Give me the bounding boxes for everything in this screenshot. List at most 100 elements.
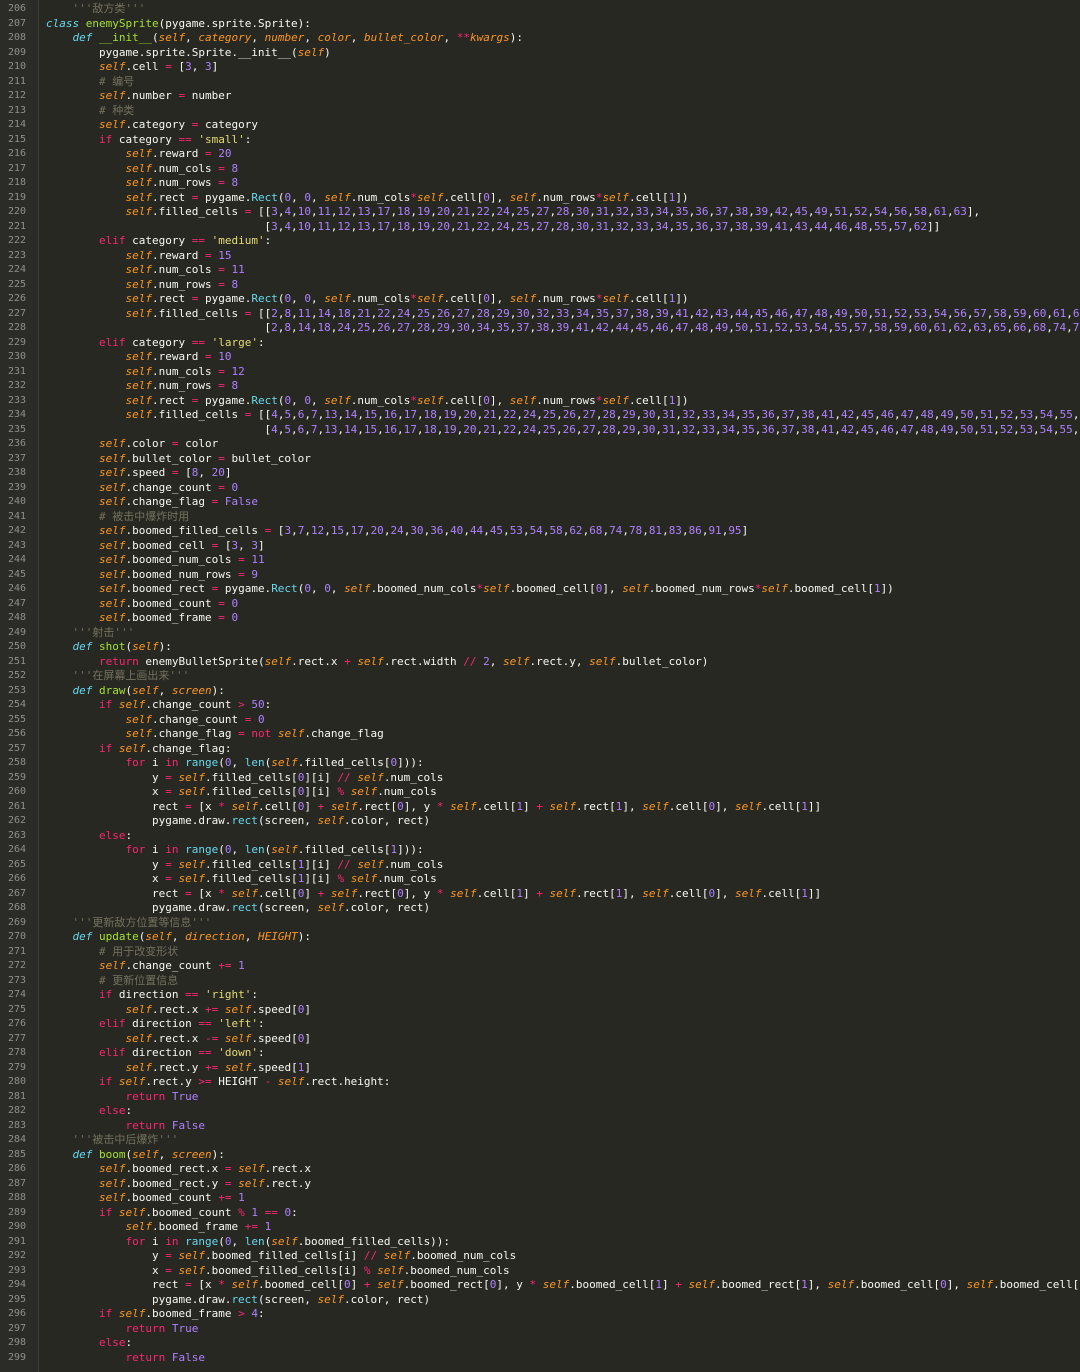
code-line: 270 def update(self, direction, HEIGHT): (0, 930, 1080, 945)
line-number: 273 (7, 974, 26, 986)
line-number: 278 (7, 1047, 26, 1058)
code-line-text: y = self.boomed_filled_cells[i] // self.… (46, 1249, 517, 1262)
line-number: 224 (7, 264, 26, 275)
code-line-text: for i in range(0, len(self.filled_cells[… (125, 843, 424, 856)
code-line: 226 self.rect = pygame.Rect(0, 0, self.n… (0, 292, 1080, 307)
code-line: 243 self.boomed_cell = [3, 3] (0, 539, 1080, 554)
line-number: 213 (7, 104, 26, 116)
line-number: 256 (7, 728, 26, 739)
code-line-text: x = self.filled_cells[0][i] % self.num_c… (46, 785, 437, 798)
code-line: 290 self.boomed_frame += 1 (0, 1220, 1080, 1235)
line-number: 219 (7, 191, 26, 203)
code-line: 235 [4,5,6,7,13,14,15,16,17,18,19,20,21,… (0, 423, 1080, 438)
code-line-text: return False (125, 1118, 205, 1132)
code-line: 268 pygame.draw.rect(screen, self.color,… (0, 901, 1080, 916)
code-line: 206 '''敌方类''' (0, 2, 1080, 17)
code-line: 273 # 更新位置信息 (0, 974, 1080, 989)
code-line: 236 self.color = color (0, 437, 1080, 452)
code-line-text: elif direction == 'down': (98, 1046, 265, 1059)
code-line: 276 elif direction == 'left': (0, 1017, 1080, 1032)
code-line-text: else: (98, 1336, 133, 1349)
code-line-text: return enemyBulletSprite(self.rect.x + s… (98, 654, 709, 668)
line-number: 259 (7, 771, 26, 783)
code-line-text: self.change_flag = False (98, 495, 258, 508)
line-number: 238 (7, 467, 26, 478)
code-area[interactable]: 206 '''敌方类''' 207 class enemySprite(pygame… (0, 2, 1080, 1365)
line-number: 248 (7, 612, 26, 623)
code-line-text: self.rect = pygame.Rect(0, 0, self.num_c… (125, 190, 689, 204)
line-number: 231 (7, 365, 26, 377)
code-line-text: self.boomed_frame += 1 (125, 1220, 272, 1233)
code-line: 266 x = self.filled_cells[1][i] % self.n… (0, 872, 1080, 887)
code-line-text: x = self.boomed_filled_cells[i] % self.b… (46, 1263, 510, 1277)
line-number: 287 (7, 1177, 26, 1189)
line-number: 254 (7, 699, 26, 710)
code-line: 246 self.boomed_rect = pygame.Rect(0, 0,… (0, 582, 1080, 597)
code-line: 223 self.reward = 15 (0, 249, 1080, 264)
code-line: 292 y = self.boomed_filled_cells[i] // s… (0, 1249, 1080, 1264)
line-number: 293 (7, 1264, 26, 1276)
code-line-text: self.num_cols = 12 (125, 364, 245, 378)
code-line: 253 def draw(self, screen): (0, 684, 1080, 699)
code-line-text: rect = [x * self.boomed_cell[0] + self.b… (46, 1278, 1080, 1291)
code-line: 214 self.category = category (0, 118, 1080, 133)
code-line-text: y = self.filled_cells[1][i] // self.num_… (46, 857, 444, 871)
code-line-text: class enemySprite(pygame.sprite.Sprite): (46, 16, 311, 30)
code-line-text: if self.boomed_count % 1 == 0: (98, 1205, 298, 1219)
code-editor[interactable]: 206 '''敌方类''' 207 class enemySprite(pygame… (0, 0, 1080, 1372)
code-line: 232 self.num_rows = 8 (0, 379, 1080, 394)
code-line-text: self.rect.x += self.speed[0] (125, 1002, 311, 1016)
code-line: 263 else: (0, 829, 1080, 844)
code-line-text: self.change_count += 1 (98, 959, 245, 972)
line-number: 274 (7, 989, 26, 1000)
line-number: 268 (7, 902, 26, 913)
line-number: 239 (7, 481, 26, 493)
line-number: 282 (7, 1105, 26, 1116)
line-number: 275 (7, 1003, 26, 1015)
code-line-text: # 种类 (98, 103, 135, 117)
line-number: 251 (7, 655, 26, 667)
code-line: 298 else: (0, 1336, 1080, 1351)
code-line: 280 if self.rect.y >= HEIGHT - self.rect… (0, 1075, 1080, 1090)
code-line-text: self.boomed_frame = 0 (98, 611, 239, 624)
line-number: 228 (7, 322, 26, 333)
code-line: 277 self.rect.x -= self.speed[0] (0, 1032, 1080, 1047)
code-line-text: pygame.draw.rect(screen, self.color, rec… (46, 814, 431, 827)
code-line: 286 self.boomed_rect.x = self.rect.x (0, 1162, 1080, 1177)
line-number: 206 (7, 3, 26, 14)
code-line-text: # 用于改变形状 (98, 944, 179, 958)
code-line-text: [3,4,10,11,12,13,17,18,19,20,21,22,24,25… (46, 219, 941, 233)
code-line: 254 if self.change_count > 50: (0, 698, 1080, 713)
code-line-text: self.num_rows = 8 (125, 277, 239, 291)
line-number: 263 (7, 829, 26, 841)
line-number: 267 (7, 887, 26, 899)
code-line: 271 # 用于改变形状 (0, 945, 1080, 960)
code-line-text: # 编号 (98, 74, 135, 88)
line-number: 225 (7, 278, 26, 290)
code-line: 225 self.num_rows = 8 (0, 278, 1080, 293)
code-line: 248 self.boomed_frame = 0 (0, 611, 1080, 626)
code-line-text: self.change_flag = not self.change_flag (125, 727, 384, 740)
code-line: 284 '''被击中后爆炸''' (0, 1133, 1080, 1148)
code-line-text: self.boomed_num_cols = 11 (98, 553, 265, 566)
code-line-text: rect = [x * self.cell[0] + self.rect[0],… (46, 799, 822, 813)
line-number: 284 (7, 1134, 26, 1145)
code-line: 249 '''射击''' (0, 626, 1080, 641)
code-line-text: if category == 'small': (98, 132, 252, 146)
code-line-text: self.num_rows = 8 (125, 176, 239, 189)
code-line: 283 return False (0, 1119, 1080, 1134)
code-line-text: self.rect.y += self.speed[1] (125, 1060, 311, 1074)
line-number: 299 (7, 1351, 26, 1363)
code-line: 260 x = self.filled_cells[0][i] % self.n… (0, 785, 1080, 800)
line-number: 235 (7, 423, 26, 435)
line-number: 296 (7, 1308, 26, 1319)
code-line: 242 self.boomed_filled_cells = [3,7,12,1… (0, 524, 1080, 539)
code-line-text: '''射击''' (72, 625, 135, 639)
line-number: 253 (7, 684, 26, 696)
line-number: 242 (7, 525, 26, 536)
line-number: 295 (7, 1293, 26, 1305)
code-line: 256 self.change_flag = not self.change_f… (0, 727, 1080, 742)
line-number: 257 (7, 742, 26, 754)
code-line-text: def update(self, direction, HEIGHT): (72, 930, 311, 943)
code-line: 222 elif category == 'medium': (0, 234, 1080, 249)
